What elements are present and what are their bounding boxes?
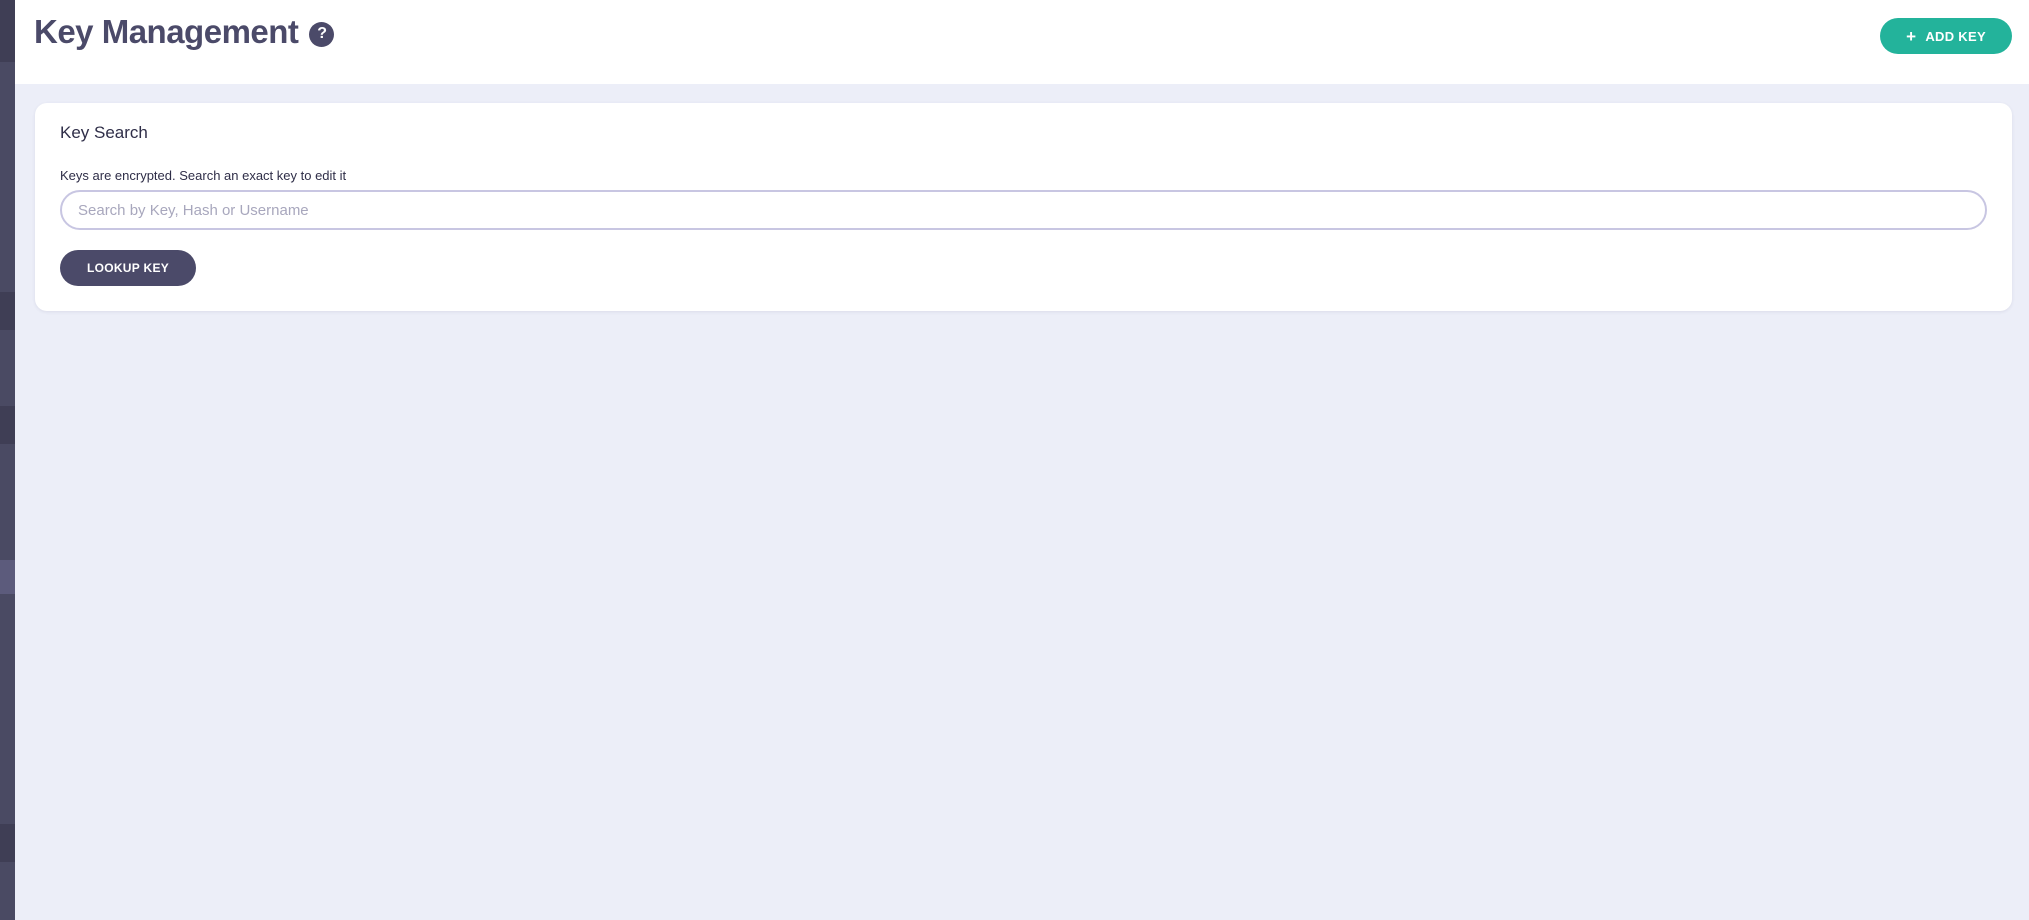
sidebar-segment	[0, 824, 15, 862]
page-title: Key Management ?	[34, 13, 335, 51]
sidebar	[0, 0, 15, 920]
sidebar-segment	[0, 292, 15, 330]
add-key-label: ADD KEY	[1925, 28, 1986, 44]
lookup-key-button[interactable]: LOOKUP KEY	[60, 250, 196, 286]
add-key-button[interactable]: + ADD KEY	[1880, 18, 2012, 54]
key-search-card: Key Search Keys are encrypted. Search an…	[35, 103, 2012, 311]
sidebar-segment	[0, 0, 15, 62]
search-field-label: Keys are encrypted. Search an exact key …	[60, 168, 347, 183]
plus-icon: +	[1906, 26, 1917, 46]
key-search-input[interactable]	[60, 190, 1987, 230]
card-title: Key Search	[60, 123, 148, 142]
page-title-text: Key Management	[34, 13, 299, 50]
page-header: Key Management ? + ADD KEY	[15, 0, 2029, 84]
sidebar-segment-active	[0, 560, 15, 594]
question-circle-icon[interactable]: ?	[309, 21, 335, 47]
sidebar-segment	[0, 406, 15, 444]
